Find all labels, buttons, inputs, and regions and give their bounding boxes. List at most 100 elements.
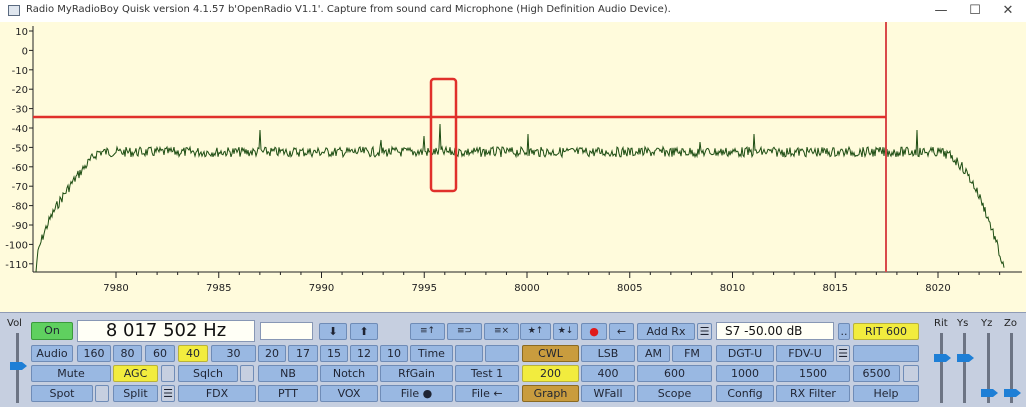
vol-label: Vol xyxy=(7,318,22,329)
ys-slider-knob[interactable] xyxy=(957,354,974,362)
notch-button[interactable]: Notch xyxy=(320,365,378,382)
dgt-u-button[interactable]: DGT-U xyxy=(716,345,774,362)
blank-button-c[interactable] xyxy=(853,345,919,362)
window-title: Radio MyRadioBoy Quisk version 4.1.57 b'… xyxy=(26,4,671,15)
zo-slider-knob[interactable] xyxy=(1004,389,1021,397)
spectrum-trace xyxy=(35,123,1005,272)
frequency-entry[interactable] xyxy=(260,322,313,340)
menu-icon-2[interactable]: ☰ xyxy=(836,345,850,362)
spectrum-graph[interactable]: 10 0 -10 -20 -30 -40 -50 -60 -70 -80 -90 -100 -110 7… xyxy=(0,22,1026,312)
y-tick-label: -30 xyxy=(12,105,28,116)
dotdot-button[interactable]: .. xyxy=(838,323,850,340)
fm-button[interactable]: FM xyxy=(672,345,712,362)
menu-icon[interactable]: ☰ xyxy=(697,323,712,340)
band-60-button[interactable]: 60 xyxy=(145,345,175,362)
agc-button[interactable]: AGC xyxy=(113,365,158,382)
waterfall-button[interactable]: WFall xyxy=(581,385,635,402)
audio-button[interactable]: Audio xyxy=(31,345,73,362)
sqlch-button[interactable]: Sqlch xyxy=(178,365,238,382)
close-button[interactable]: ✕ xyxy=(991,0,1025,22)
rit-slider-knob[interactable] xyxy=(934,354,951,362)
ys-slider-label: Ys xyxy=(957,318,969,329)
zo-slider-label: Zo xyxy=(1004,318,1017,329)
split-button[interactable]: Split xyxy=(113,385,158,402)
bw-6500-button[interactable]: 6500 xyxy=(853,365,900,382)
back-button[interactable]: ← xyxy=(609,323,634,340)
favorite-down-button[interactable]: ★↓ xyxy=(553,323,578,340)
favorite-up-button[interactable]: ★↑ xyxy=(520,323,551,340)
band-12-button[interactable]: 12 xyxy=(350,345,378,362)
band-80-button[interactable]: 80 xyxy=(113,345,142,362)
scope-button[interactable]: Scope xyxy=(637,385,712,402)
ys-slider-track[interactable] xyxy=(963,333,966,403)
band-160-button[interactable]: 160 xyxy=(77,345,111,362)
bw-1500-button[interactable]: 1500 xyxy=(776,365,850,382)
rfgain-button[interactable]: RfGain xyxy=(380,365,453,382)
yz-slider-knob[interactable] xyxy=(981,389,998,397)
fdv-u-button[interactable]: FDV-U xyxy=(776,345,834,362)
rit-button[interactable]: RIT 600 xyxy=(853,323,919,340)
ptt-button[interactable]: PTT xyxy=(258,385,318,402)
smeter-display: S7 -50.00 dB xyxy=(716,322,834,340)
band-17-button[interactable]: 17 xyxy=(288,345,318,362)
graph-button[interactable]: Graph xyxy=(522,385,579,402)
nb-button[interactable]: NB xyxy=(258,365,318,382)
bw-spin-icon[interactable] xyxy=(903,365,919,382)
spot-button[interactable]: Spot xyxy=(31,385,93,402)
memory-delete-button[interactable]: ≡× xyxy=(484,323,519,340)
x-tick-label: 7980 xyxy=(103,283,128,294)
cwl-button[interactable]: CWL xyxy=(522,345,579,362)
control-panel: Vol On 8 017 502 Hz ⬇ ⬆ ≡↑ ≡⊃ ≡× ★↑ ★↓ ●… xyxy=(0,312,1026,407)
blank-button-a[interactable] xyxy=(455,345,483,362)
add-rx-button[interactable]: Add Rx xyxy=(637,323,695,340)
minimize-button[interactable]: — xyxy=(924,0,958,22)
config-button[interactable]: Config xyxy=(716,385,774,402)
band-10-button[interactable]: 10 xyxy=(380,345,408,362)
bw-400-button[interactable]: 400 xyxy=(581,365,635,382)
rit-slider-label: Rit xyxy=(934,318,948,329)
agc-spin-icon[interactable] xyxy=(161,365,175,382)
sqlch-spin-icon[interactable] xyxy=(240,365,254,382)
time-button[interactable]: Time xyxy=(410,345,453,362)
rit-slider-track[interactable] xyxy=(940,333,943,403)
frequency-display: 8 017 502 Hz xyxy=(77,320,255,342)
memory-store-button[interactable]: ≡↑ xyxy=(410,323,445,340)
band-30-button[interactable]: 30 xyxy=(211,345,256,362)
vol-slider-knob[interactable] xyxy=(10,362,27,370)
up-arrow-button[interactable]: ⬆ xyxy=(350,323,378,340)
rx-filter-button[interactable]: RX Filter xyxy=(776,385,850,402)
band-20-button[interactable]: 20 xyxy=(258,345,286,362)
y-tick-label: -70 xyxy=(12,182,28,193)
mute-button[interactable]: Mute xyxy=(31,365,111,382)
y-tick-label: -60 xyxy=(12,163,28,174)
x-tick-label: 8010 xyxy=(720,283,745,294)
spectrum-svg[interactable]: 10 0 -10 -20 -30 -40 -50 -60 -70 -80 -90 -100 -110 7… xyxy=(0,22,1026,312)
maximize-button[interactable]: ☐ xyxy=(958,0,992,22)
x-tick-label: 8015 xyxy=(823,283,848,294)
blank-button-b[interactable] xyxy=(485,345,519,362)
fdx-button[interactable]: FDX xyxy=(178,385,256,402)
file-record-button[interactable]: File ● xyxy=(380,385,453,402)
am-button[interactable]: AM xyxy=(637,345,670,362)
bw-1000-button[interactable]: 1000 xyxy=(716,365,774,382)
x-tick-label: 7995 xyxy=(412,283,437,294)
lsb-button[interactable]: LSB xyxy=(581,345,635,362)
split-menu-icon[interactable]: ☰ xyxy=(161,385,175,402)
bw-600-button[interactable]: 600 xyxy=(637,365,712,382)
down-arrow-button[interactable]: ⬇ xyxy=(319,323,347,340)
x-tick-label: 8000 xyxy=(514,283,539,294)
band-40-button[interactable]: 40 xyxy=(178,345,208,362)
spot-spin-icon[interactable] xyxy=(95,385,109,402)
band-15-button[interactable]: 15 xyxy=(320,345,348,362)
help-button[interactable]: Help xyxy=(853,385,919,402)
vox-button[interactable]: VOX xyxy=(320,385,378,402)
bw-200-button[interactable]: 200 xyxy=(522,365,579,382)
record-button[interactable]: ● xyxy=(581,323,607,340)
memory-recall-button[interactable]: ≡⊃ xyxy=(447,323,482,340)
test1-button[interactable]: Test 1 xyxy=(455,365,519,382)
on-button[interactable]: On xyxy=(31,322,73,340)
x-tick-label: 7990 xyxy=(309,283,334,294)
file-play-button[interactable]: File ← xyxy=(455,385,519,402)
x-tick-label: 8020 xyxy=(925,283,950,294)
y-tick-label: -20 xyxy=(12,85,28,96)
